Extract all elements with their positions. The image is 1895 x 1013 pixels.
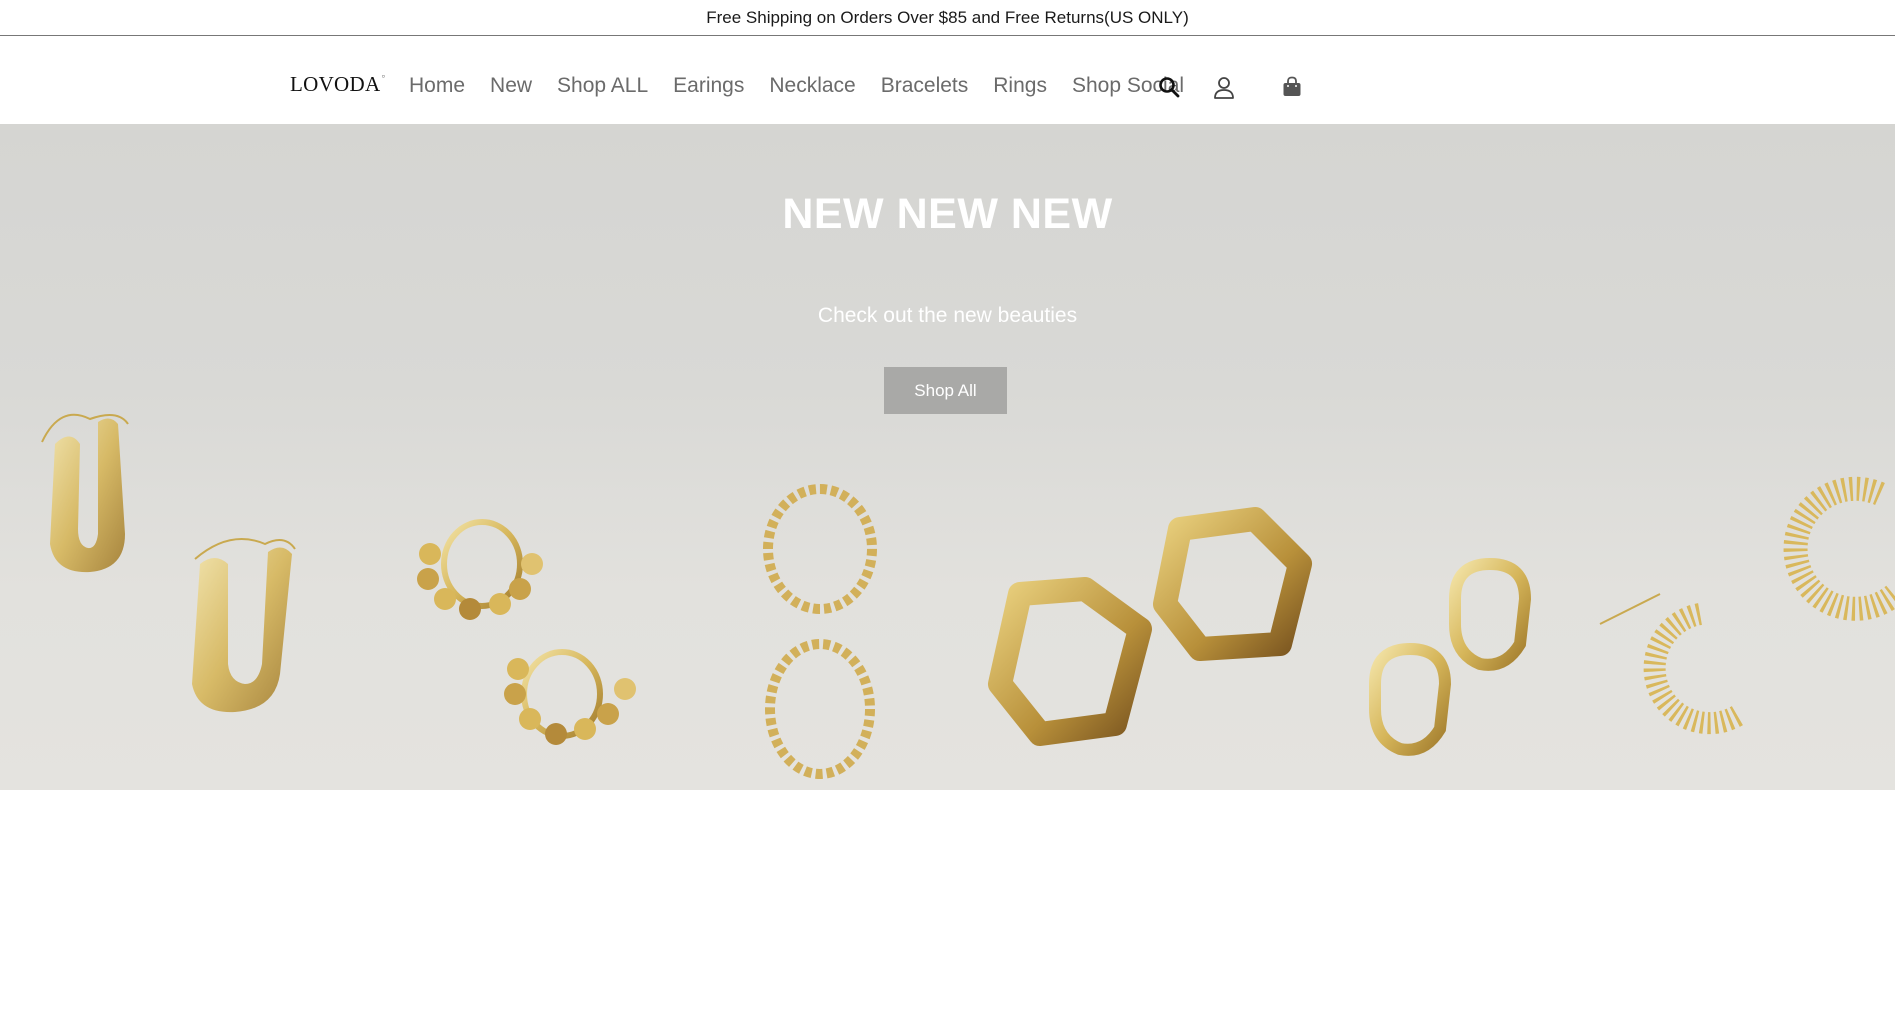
cart-bag-icon[interactable] bbox=[1282, 76, 1302, 98]
brand-name: LOVODA bbox=[290, 72, 381, 96]
nav-item-home[interactable]: Home bbox=[409, 74, 465, 98]
nav-item-earings[interactable]: Earings bbox=[673, 74, 744, 98]
announcement-text: Free Shipping on Orders Over $85 and Fre… bbox=[706, 7, 1189, 27]
hero-banner: NEW NEW NEW Check out the new beauties S… bbox=[0, 124, 1895, 790]
nav-item-necklace[interactable]: Necklace bbox=[769, 74, 855, 98]
nav-item-shop-all[interactable]: Shop ALL bbox=[557, 74, 648, 98]
shop-all-button[interactable]: Shop All bbox=[884, 367, 1007, 414]
hero-title: NEW NEW NEW bbox=[782, 190, 1113, 238]
search-icon[interactable] bbox=[1158, 76, 1180, 98]
hero-subtitle: Check out the new beauties bbox=[817, 304, 1078, 327]
announcement-bar: Free Shipping on Orders Over $85 and Fre… bbox=[0, 0, 1895, 36]
nav-item-bracelets[interactable]: Bracelets bbox=[881, 74, 969, 98]
main-nav: Home New Shop ALL Earings Necklace Brace… bbox=[409, 74, 1184, 98]
site-header: LOVODA○ Home New Shop ALL Earings Neckla… bbox=[0, 36, 1895, 124]
account-icon[interactable] bbox=[1213, 76, 1235, 100]
brand-logo[interactable]: LOVODA○ bbox=[290, 74, 385, 95]
nav-item-new[interactable]: New bbox=[490, 74, 532, 98]
nav-item-rings[interactable]: Rings bbox=[993, 74, 1047, 98]
